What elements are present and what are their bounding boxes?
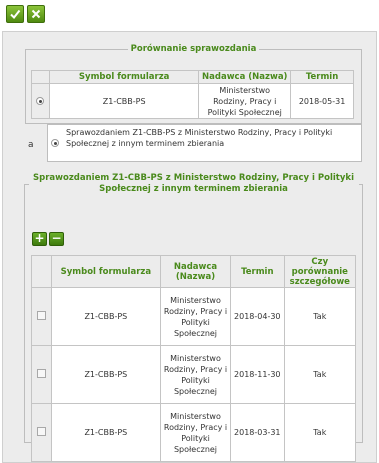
row-checkbox[interactable] xyxy=(36,368,46,378)
comparison-legend: Porównanie sprawozdania xyxy=(130,44,257,54)
detailed-header: Czy porównanie szczegółowe xyxy=(283,255,357,288)
sender-header: Nadawca (Nazwa) xyxy=(198,70,292,84)
cancel-button[interactable] xyxy=(27,5,45,23)
other-terms-fieldset: Sprawozdaniem Z1-CBB-PS z Ministerstwo R… xyxy=(24,173,363,462)
main-panel: Porównanie sprawozdania Symbol formularz… xyxy=(2,31,377,463)
add-button[interactable]: + xyxy=(32,232,47,246)
remove-button[interactable]: − xyxy=(49,232,64,246)
other-terms-table: Symbol formularza Nadawca (Nazwa) Termin… xyxy=(31,255,357,462)
detailed-cell: Tak xyxy=(283,287,357,346)
symbol-cell: Z1-CBB-PS xyxy=(50,287,162,346)
row-select-cell xyxy=(31,83,50,119)
row-select-cell xyxy=(31,403,52,462)
sender-cell: Ministerstwo Rodziny, Pracy i Polityki S… xyxy=(198,83,292,119)
table-row: Z1-CBB-PS Ministerstwo Rodziny, Pracy i … xyxy=(31,83,354,119)
comparison-fieldset: Porównanie sprawozdania Symbol formularz… xyxy=(25,44,362,124)
symbol-cell: Z1-CBB-PS xyxy=(50,403,162,462)
term-cell: 2018-11-30 xyxy=(230,345,285,404)
sender-cell: Ministerstwo Rodziny, Pracy i Polityki S… xyxy=(160,345,231,404)
symbol-cell: Z1-CBB-PS xyxy=(50,345,162,404)
option-radio[interactable] xyxy=(51,139,59,147)
row-select-cell xyxy=(31,287,52,346)
detailed-cell: Tak xyxy=(283,345,357,404)
check-icon xyxy=(10,9,21,20)
term-cell: 2018-05-31 xyxy=(290,83,354,119)
term-header: Termin xyxy=(230,255,285,288)
symbol-header: Symbol formularza xyxy=(48,70,200,84)
select-header xyxy=(31,255,52,288)
sender-cell: Ministerstwo Rodziny, Pracy i Polityki S… xyxy=(160,287,231,346)
table-row: Z1-CBB-PS Ministerstwo Rodziny, Pracy i … xyxy=(31,287,357,346)
sender-cell: Ministerstwo Rodziny, Pracy i Polityki S… xyxy=(160,403,231,462)
term-header: Termin xyxy=(290,70,354,84)
select-header xyxy=(31,70,50,84)
row-checkbox[interactable] xyxy=(36,426,46,436)
detailed-cell: Tak xyxy=(283,403,357,462)
symbol-cell: Z1-CBB-PS xyxy=(48,83,200,119)
other-terms-legend: Sprawozdaniem Z1-CBB-PS z Ministerstwo R… xyxy=(33,173,354,194)
row-radio[interactable] xyxy=(36,97,45,105)
sender-header: Nadawca (Nazwa) xyxy=(160,255,231,288)
toolbar xyxy=(6,5,45,23)
comparison-table: Symbol formularza Nadawca (Nazwa) Termin… xyxy=(31,70,354,119)
term-cell: 2018-03-31 xyxy=(230,403,285,462)
option-text: Sprawozdaniem Z1-CBB-PS z Ministerstwo R… xyxy=(66,128,333,148)
row-checkbox[interactable] xyxy=(36,310,46,320)
option-label: a xyxy=(28,140,34,150)
table-row: Z1-CBB-PS Ministerstwo Rodziny, Pracy i … xyxy=(31,345,357,404)
close-icon xyxy=(31,9,41,19)
table-row: Z1-CBB-PS Ministerstwo Rodziny, Pracy i … xyxy=(31,403,357,462)
option-box[interactable]: Sprawozdaniem Z1-CBB-PS z Ministerstwo R… xyxy=(47,124,362,162)
accept-button[interactable] xyxy=(6,5,24,23)
symbol-header: Symbol formularza xyxy=(50,255,162,288)
term-cell: 2018-04-30 xyxy=(230,287,285,346)
row-select-cell xyxy=(31,345,52,404)
